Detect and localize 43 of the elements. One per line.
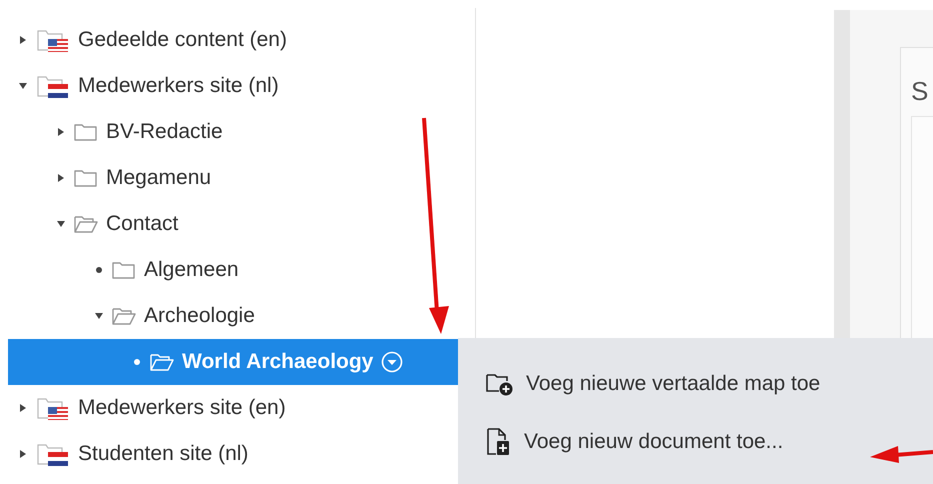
tree-row[interactable]: Medewerkers site (nl) <box>8 63 460 109</box>
document-plus-icon <box>486 428 512 456</box>
tree-label: Contact <box>106 211 178 238</box>
tree-row[interactable]: Archeologie <box>8 293 460 339</box>
expand-caret-icon[interactable] <box>18 35 28 45</box>
annotation-arrow <box>870 446 933 463</box>
tree-row[interactable]: Algemeen <box>8 247 460 293</box>
tree-label: Gedeelde content (en) <box>78 27 287 54</box>
tree-label: BV-Redactie <box>106 119 223 146</box>
open-folder-icon <box>112 306 136 326</box>
bullet-icon <box>96 267 102 273</box>
menu-item[interactable]: Voeg nieuwe vertaalde map toe <box>486 366 933 402</box>
tree-row[interactable]: Megamenu <box>8 155 460 201</box>
tree-row[interactable]: Studenten site (nl) <box>8 431 460 477</box>
selected-tree-row[interactable]: World Archaeology <box>8 339 460 385</box>
expand-caret-icon[interactable] <box>56 173 66 183</box>
tree-label: Medewerkers site (en) <box>78 395 286 422</box>
expand-caret-icon[interactable] <box>56 127 66 137</box>
tree-row[interactable]: BV-Redactie <box>8 109 460 155</box>
tree-row[interactable]: Medewerkers site (en) <box>8 385 460 431</box>
tree-label: Studenten site (nl) <box>78 441 248 468</box>
folder-icon <box>74 168 98 188</box>
bullet-icon <box>134 359 140 365</box>
folder-icon <box>112 260 136 280</box>
tree-label: Medewerkers site (nl) <box>78 73 279 100</box>
tree-row[interactable]: Contact <box>8 201 460 247</box>
open-folder-icon <box>150 352 174 372</box>
tree-label: Archeologie <box>144 303 255 330</box>
collapse-caret-icon[interactable] <box>56 219 66 229</box>
tree-label: Algemeen <box>144 257 239 284</box>
expand-caret-icon[interactable] <box>18 449 28 459</box>
panel-heading: S <box>911 78 930 104</box>
collapse-caret-icon[interactable] <box>94 311 104 321</box>
tree-label: Megamenu <box>106 165 212 192</box>
tree-label: World Archaeology <box>182 349 374 376</box>
expand-caret-icon[interactable] <box>18 403 28 413</box>
collapse-caret-icon[interactable] <box>18 81 28 91</box>
folder-icon <box>74 122 98 142</box>
menu-item[interactable]: Voeg nieuw document toe... <box>486 424 933 460</box>
dropdown-icon[interactable] <box>381 351 404 373</box>
folder-plus-icon <box>486 372 514 396</box>
open-folder-icon <box>74 214 98 234</box>
tree-row[interactable]: Gedeelde content (en) <box>8 17 460 63</box>
